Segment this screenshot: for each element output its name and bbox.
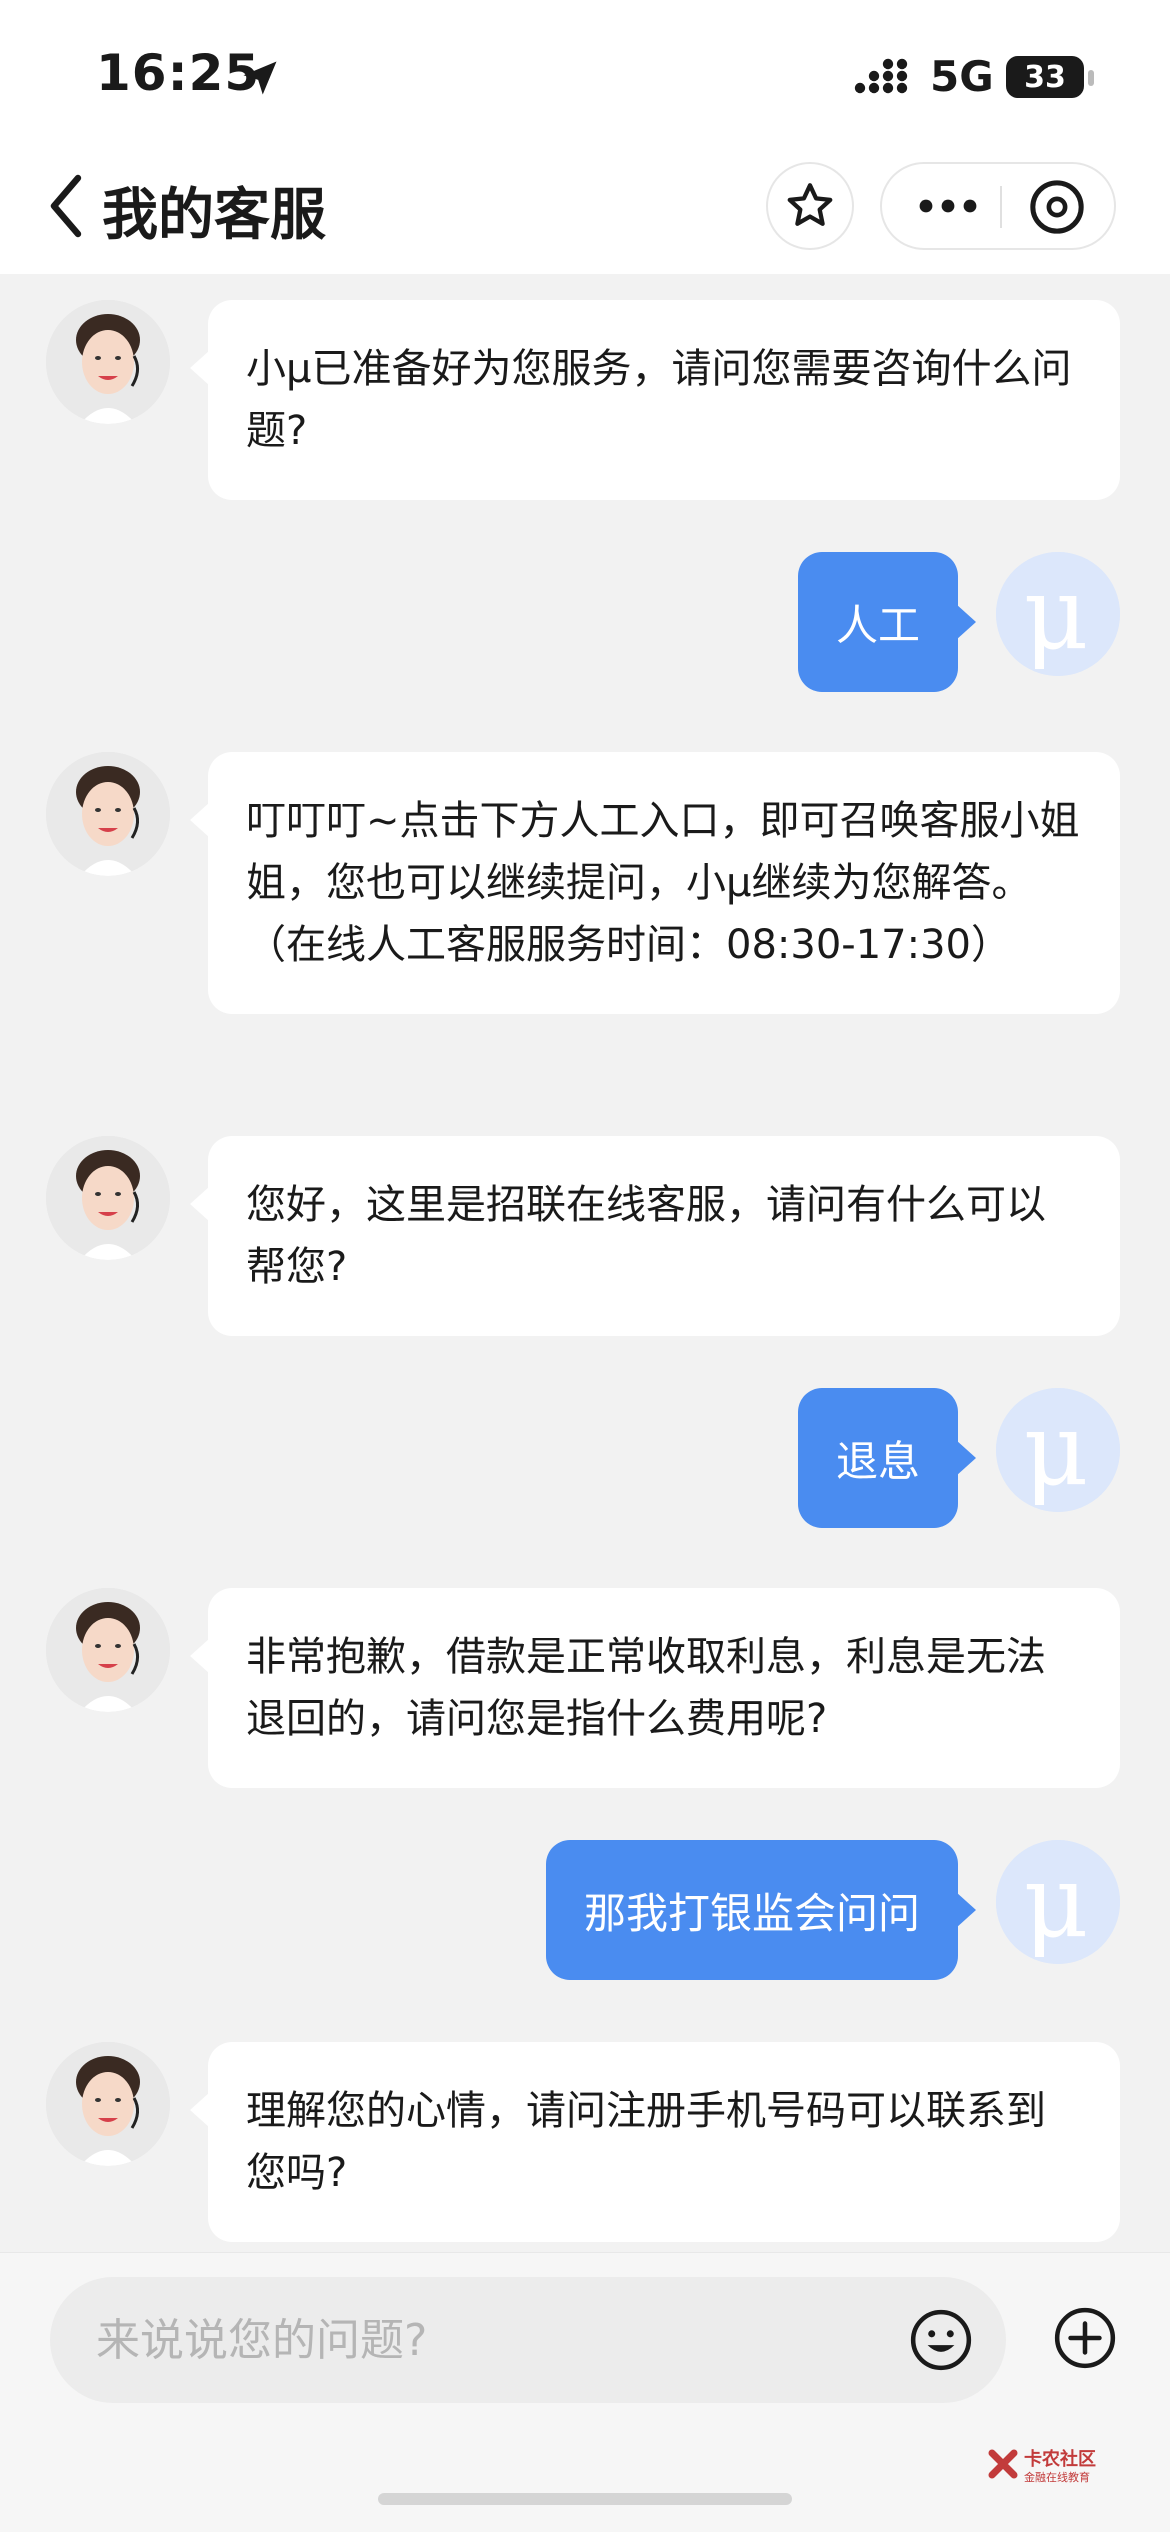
emoji-icon[interactable] — [908, 2307, 974, 2373]
watermark-logo-icon — [988, 2449, 1018, 2479]
page-title: 我的客服 — [102, 183, 326, 248]
user-avatar-letter: μ — [1024, 555, 1089, 672]
battery-tip — [1088, 70, 1094, 86]
agent-message-bubble: 非常抱歉，借款是正常收取利息，利息是无法退回的，请问您是指什么费用呢? — [190, 1588, 1120, 1788]
agent-avatar — [46, 1136, 170, 1260]
agent-message-bubble: 理解您的心情，请问注册手机号码可以联系到您吗? — [190, 2042, 1120, 2242]
agent-avatar-image — [46, 2042, 170, 2166]
user-avatar: μ — [996, 1840, 1120, 1964]
agent-avatar — [46, 2042, 170, 2166]
favorite-button[interactable] — [766, 162, 854, 250]
agent-avatar-image — [46, 1588, 170, 1712]
agent-avatar — [46, 300, 170, 424]
network-label: 5G — [930, 52, 994, 101]
user-message-bubble: 退息 — [797, 1388, 977, 1528]
status-time: 16:25 — [96, 44, 261, 102]
agent-avatar-image — [46, 300, 170, 424]
agent-message-bubble: 小μ已准备好为您服务，请问您需要咨询什么问题? — [190, 300, 1120, 500]
user-avatar-image: μ — [996, 1840, 1120, 1964]
agent-avatar-image — [46, 1136, 170, 1260]
capsule-divider — [1000, 186, 1002, 228]
nav-bar: 我的客服 — [0, 150, 1170, 274]
agent-avatar — [46, 1588, 170, 1712]
star-icon — [787, 183, 833, 226]
agent-avatar-image — [46, 752, 170, 876]
user-message-bubble: 那我打银监会问问 — [545, 1840, 977, 1980]
watermark: 卡农社区 金融在线教育 — [986, 2443, 1156, 2495]
user-avatar: μ — [996, 1388, 1120, 1512]
signal-icon — [854, 58, 908, 94]
close-circle-icon[interactable] — [1028, 178, 1086, 236]
status-bar: 16:25 5G 33 — [0, 0, 1170, 150]
chat-area[interactable]: 小μ已准备好为您服务，请问您需要咨询什么问题? 人工 μ 叮叮叮~点击下方人工入… — [0, 274, 1170, 2252]
agent-avatar — [46, 752, 170, 876]
agent-message-bubble: 叮叮叮~点击下方人工入口，即可召唤客服小姐姐，您也可以继续提问，小μ继续为您解答… — [190, 752, 1120, 1014]
watermark-title: 卡农社区 — [1024, 2449, 1096, 2470]
home-indicator[interactable] — [378, 2493, 792, 2505]
battery-level: 33 — [1024, 59, 1066, 95]
user-avatar: μ — [996, 552, 1120, 676]
user-avatar-image: μ — [996, 552, 1120, 676]
miniprogram-capsule — [880, 162, 1116, 250]
user-avatar-letter: μ — [1024, 1843, 1089, 1960]
battery-indicator: 33 — [1006, 56, 1084, 98]
user-avatar-letter: μ — [1024, 1391, 1089, 1508]
back-chevron-icon[interactable] — [46, 174, 86, 238]
message-input[interactable] — [96, 2277, 896, 2403]
watermark-subtitle: 金融在线教育 — [1024, 2471, 1090, 2484]
user-message-bubble: 人工 — [797, 552, 977, 692]
message-input-container[interactable] — [50, 2277, 1006, 2403]
agent-message-bubble: 您好，这里是招联在线客服，请问有什么可以帮您? — [190, 1136, 1120, 1336]
chat-screen: 16:25 5G 33 我的客服 小μ已准备好为您服务，请问您需要咨询什么问题?… — [0, 0, 1170, 2532]
more-dots-icon[interactable] — [916, 184, 980, 228]
user-avatar-image: μ — [996, 1388, 1120, 1512]
input-bar: 卡农社区 金融在线教育 — [0, 2252, 1170, 2532]
plus-circle-icon[interactable] — [1052, 2305, 1118, 2371]
location-arrow-icon — [243, 61, 277, 95]
